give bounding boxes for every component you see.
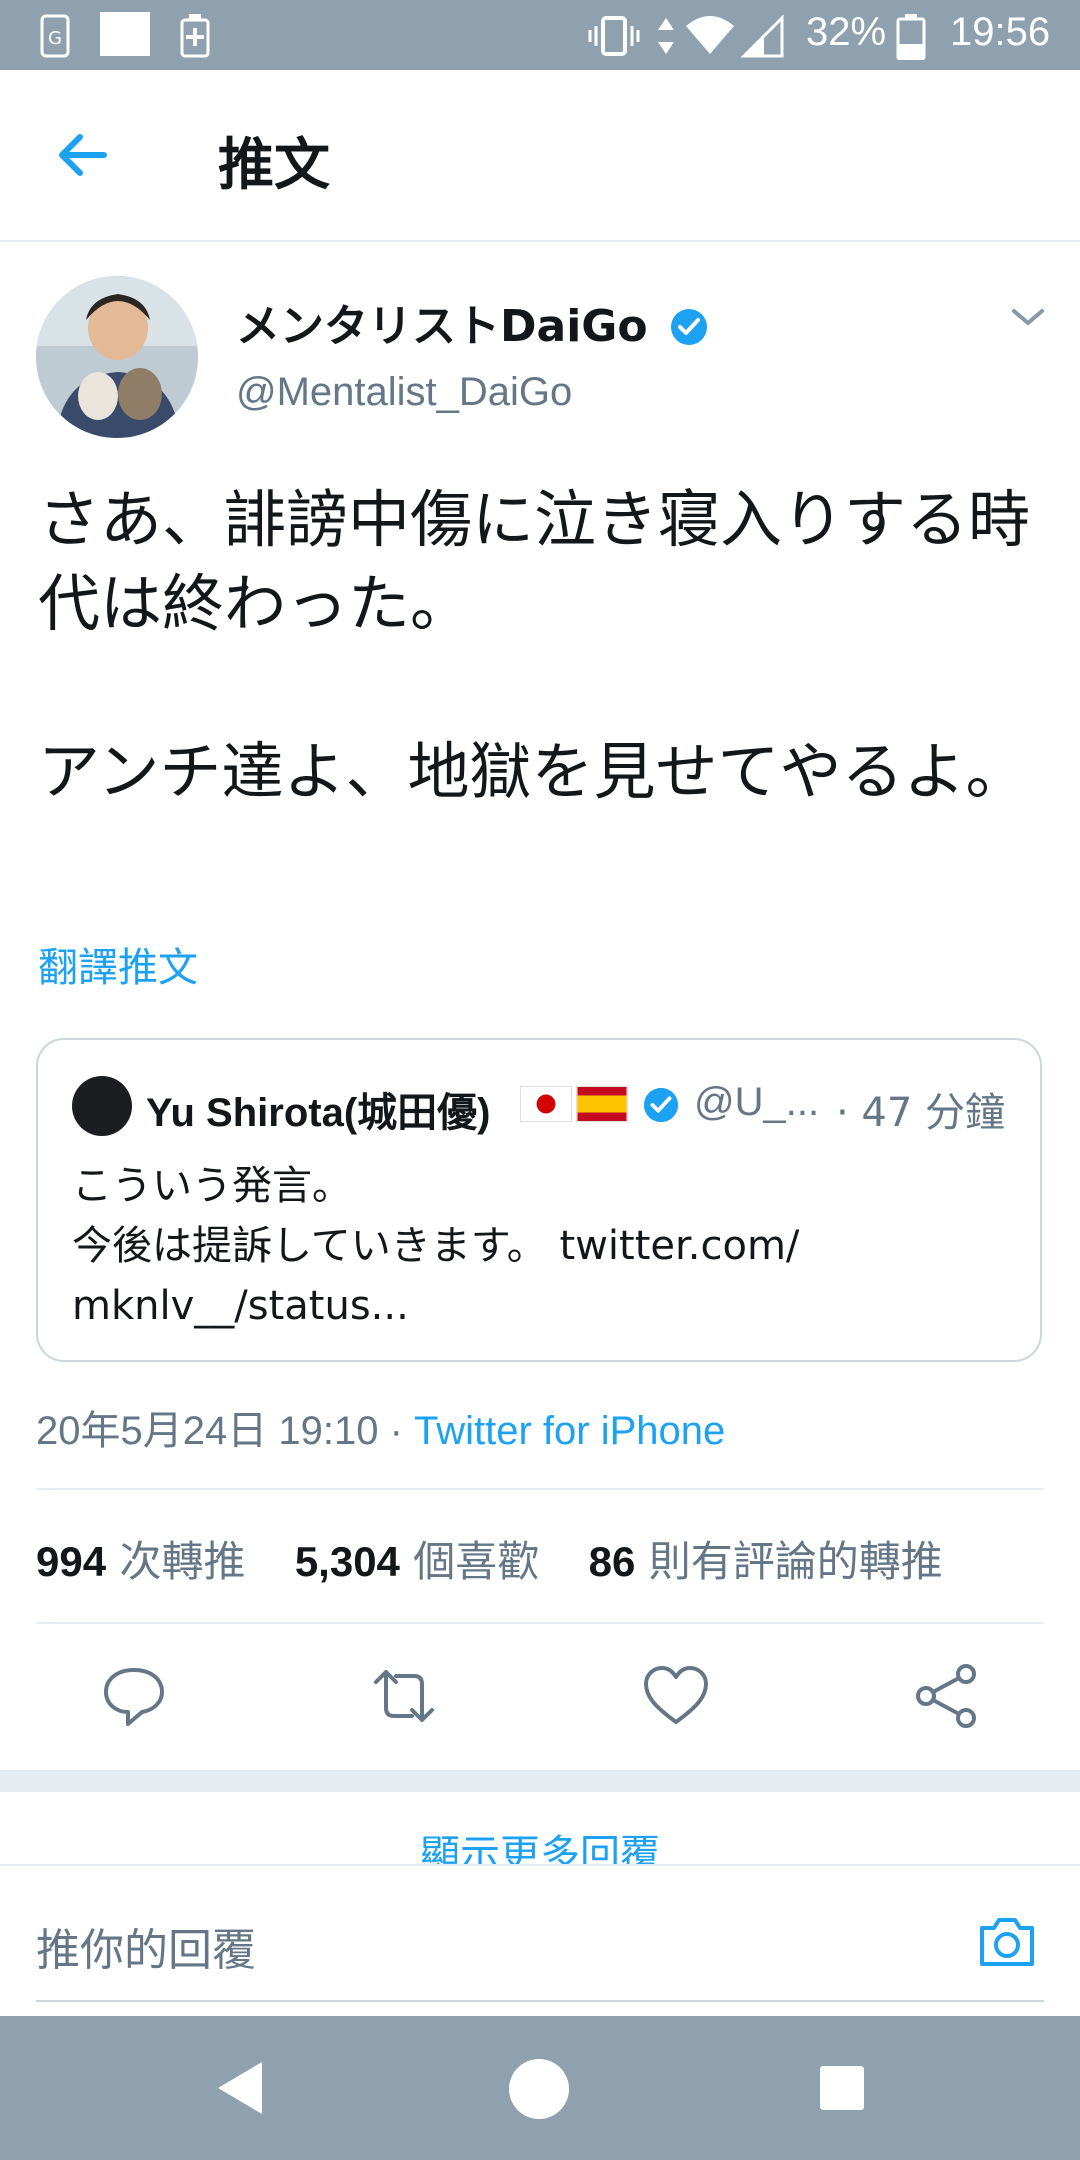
spain-flag-icon (576, 1086, 628, 1122)
tweet-meta: 20年5月24日 19:10 · Twitter for iPhone (36, 1398, 725, 1456)
quoted-tweet-card[interactable]: Yu Shirota(城田優) @U_... · 47 分鐘 こういう発言。 今… (36, 1038, 1042, 1362)
divider (36, 1622, 1044, 1624)
reply-composer: 推你的回覆 (0, 1864, 1080, 2018)
meta-separator: · (378, 1409, 414, 1453)
reply-underline (36, 2000, 1044, 2002)
battery-percent: 32% (806, 10, 887, 54)
tweet-source-link[interactable]: Twitter for iPhone (414, 1409, 725, 1453)
verified-badge-icon (670, 309, 707, 345)
author-avatar[interactable] (36, 276, 198, 438)
top-app-bar: 推文 (0, 70, 1080, 242)
quoted-tweet-time: · 47 分鐘 (836, 1090, 1006, 1136)
chevron-down-icon[interactable] (1010, 305, 1046, 329)
system-nav-bar (0, 2016, 1080, 2160)
quoted-text-line: こういう発言。 (72, 1163, 352, 1209)
quotes-label: 則有評論的轉推 (648, 1537, 943, 1586)
battery-icon (896, 14, 926, 60)
battery-saver-icon (180, 14, 210, 58)
quoted-author-name: Yu Shirota(城田優) (146, 1091, 491, 1135)
author-handle[interactable]: @Mentalist_DaiGo (236, 370, 572, 415)
retweets-label: 次轉推 (119, 1537, 246, 1586)
author-name[interactable]: メンタリストDaiGo (236, 290, 709, 354)
vibrate-icon (588, 16, 640, 56)
sim-icon: G (40, 14, 70, 58)
quoted-text-line: mknlv__/status... (72, 1283, 409, 1329)
author-name-text: メンタリストDaiGo (236, 301, 648, 352)
nav-recents-icon[interactable] (818, 2064, 866, 2112)
reply-icon[interactable] (98, 1660, 170, 1732)
translate-tweet-link[interactable]: 翻譯推文 (38, 935, 198, 993)
retweet-icon[interactable] (368, 1660, 440, 1732)
retweets-stat[interactable]: 994 次轉推 (36, 1537, 245, 1586)
likes-count: 5,304 (294, 1538, 400, 1585)
quoted-tweet-text: こういう発言。 今後は提訴していきます。 twitter.com/ mknlv_… (72, 1156, 1012, 1336)
show-more-replies-link[interactable]: 顯示更多回覆 (0, 1822, 1080, 1866)
quote-tweets-stat[interactable]: 86 則有評論的轉推 (589, 1537, 943, 1586)
back-arrow-icon[interactable] (52, 125, 112, 185)
signal-icon (740, 14, 784, 58)
like-heart-icon[interactable] (640, 1660, 712, 1732)
tweet-paragraph: アンチ達よ、地獄を見せてやるよ。 (38, 735, 1028, 808)
tweet-stats: 994 次轉推 5,304 個喜歡 86 則有評論的轉推 (36, 1528, 943, 1589)
tweet-text: さあ、誹謗中傷に泣き寝入りする時代は終わった。 アンチ達よ、地獄を見せてやるよ。 (38, 478, 1048, 814)
quotes-count: 86 (588, 1538, 636, 1585)
page-title: 推文 (218, 133, 330, 198)
nav-back-icon[interactable] (214, 2058, 266, 2118)
share-icon[interactable] (910, 1660, 982, 1732)
reply-input[interactable]: 推你的回覆 (36, 1914, 256, 1978)
quoted-author-handle: @U_... (694, 1080, 820, 1124)
svg-text:G: G (48, 28, 62, 49)
japan-flag-icon (520, 1086, 572, 1122)
likes-label: 個喜歡 (413, 1537, 540, 1586)
wifi-icon (686, 16, 734, 54)
tweet-timestamp: 20年5月24日 19:10 (36, 1409, 379, 1453)
data-arrows-icon (658, 18, 674, 54)
tweet-paragraph: さあ、誹謗中傷に泣き寝入りする時代は終わった。 (38, 483, 1031, 640)
clock: 19:56 (950, 10, 1051, 54)
quoted-text-line: 今後は提訴していきます。 twitter.com/ (72, 1223, 800, 1269)
section-gap (0, 1770, 1080, 1792)
divider (36, 1488, 1044, 1490)
status-bar: G 32% 19:56 (0, 0, 1080, 70)
camera-icon[interactable] (976, 1910, 1038, 1972)
retweets-count: 994 (36, 1538, 107, 1585)
nav-home-icon[interactable] (508, 2058, 570, 2120)
notification-icon (100, 12, 150, 56)
quoted-author-avatar (72, 1076, 132, 1136)
verified-badge-icon (643, 1087, 679, 1123)
likes-stat[interactable]: 5,304 個喜歡 (295, 1537, 539, 1586)
